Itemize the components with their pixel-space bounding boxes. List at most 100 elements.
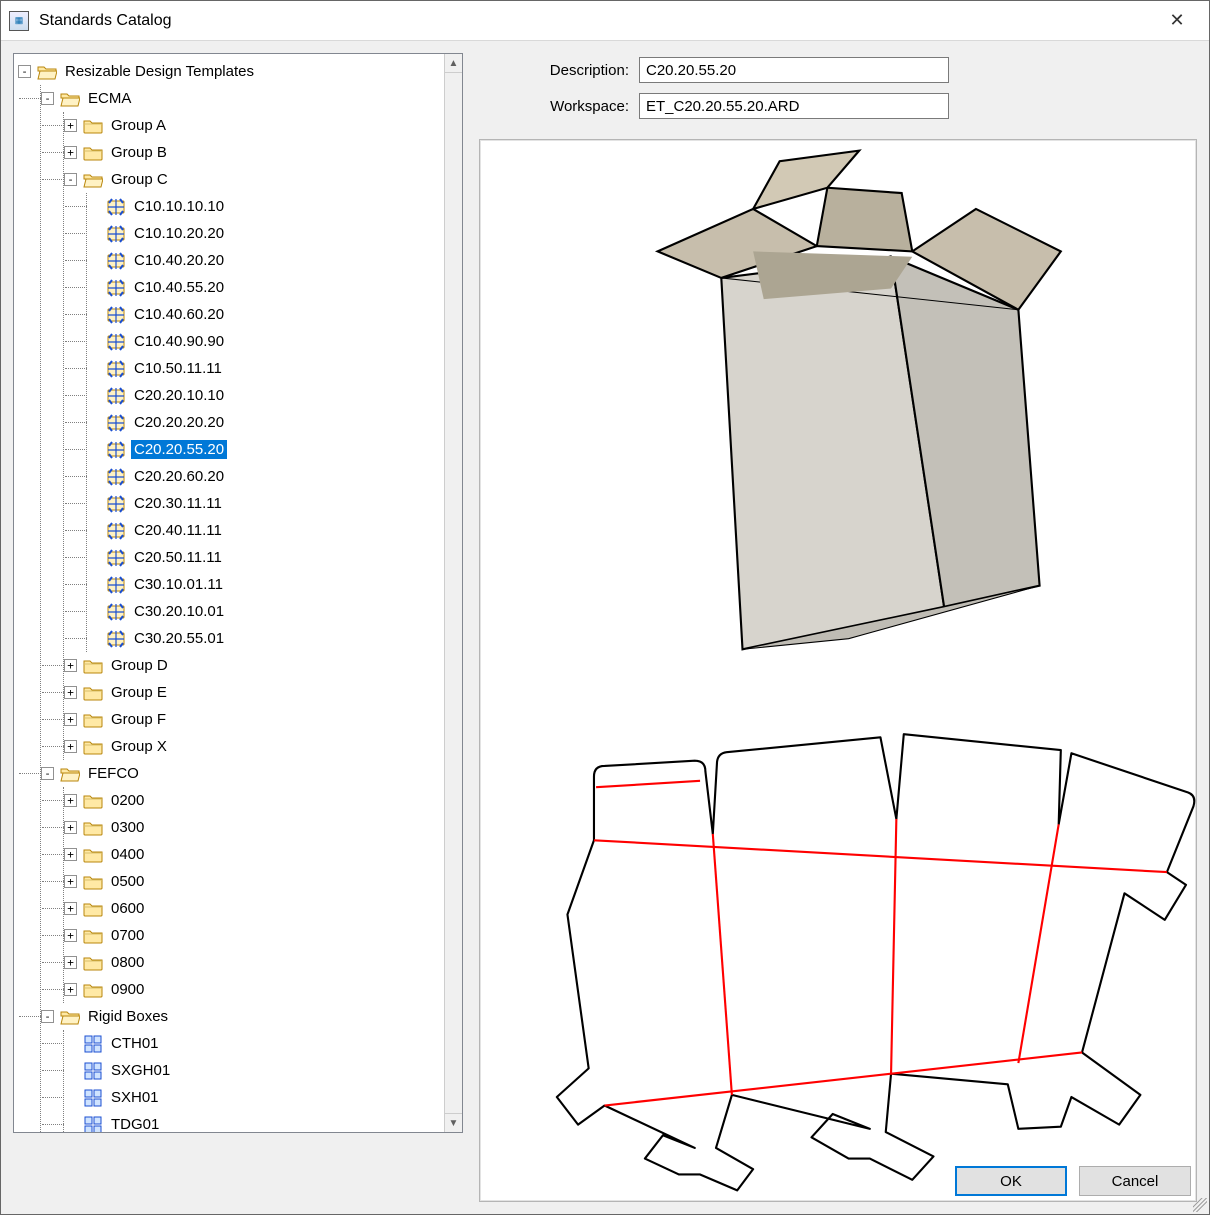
- tree-template-item[interactable]: C20.50.11.11: [87, 544, 444, 571]
- description-label: Description:: [479, 62, 629, 79]
- tree-item-label: C10.40.55.20: [131, 278, 227, 297]
- expand-icon[interactable]: +: [64, 794, 77, 807]
- tree-item-label: Group C: [108, 170, 171, 189]
- template-icon: [106, 226, 126, 242]
- tree-item-label: C20.30.11.11: [131, 494, 225, 513]
- tree-item-label: C10.10.20.20: [131, 224, 227, 243]
- tree-fefco-0700[interactable]: +0700: [64, 922, 444, 949]
- tree-template-item[interactable]: C10.40.90.90: [87, 328, 444, 355]
- client-area: -Resizable Design Templates-ECMA+Group A…: [1, 41, 1209, 1214]
- expand-icon[interactable]: +: [64, 929, 77, 942]
- tree-group-a[interactable]: +Group A: [64, 112, 444, 139]
- expand-icon[interactable]: +: [64, 848, 77, 861]
- expand-icon[interactable]: +: [64, 686, 77, 699]
- tree-template-item[interactable]: C30.20.10.01: [87, 598, 444, 625]
- rigid-icon: [83, 1063, 103, 1079]
- tree-item-label: 0700: [108, 926, 147, 945]
- tree-group-b[interactable]: +Group B: [64, 139, 444, 166]
- tree-item-label: 0200: [108, 791, 147, 810]
- tree-fefco[interactable]: -FEFCO: [41, 760, 444, 787]
- tree-template-item[interactable]: C20.20.60.20: [87, 463, 444, 490]
- workspace-input[interactable]: [639, 93, 949, 119]
- ok-button[interactable]: OK: [955, 1166, 1067, 1196]
- tree-template-item[interactable]: C20.20.20.20: [87, 409, 444, 436]
- collapse-icon[interactable]: -: [41, 92, 54, 105]
- collapse-icon[interactable]: -: [64, 173, 77, 186]
- tree-item-label: C10.40.20.20: [131, 251, 227, 270]
- tree-template-item[interactable]: C10.10.20.20: [87, 220, 444, 247]
- tree-rigid[interactable]: -Rigid Boxes: [41, 1003, 444, 1030]
- tree-scroll[interactable]: -Resizable Design Templates-ECMA+Group A…: [14, 54, 444, 1132]
- template-icon: [106, 307, 126, 323]
- tree-template-item[interactable]: C10.40.20.20: [87, 247, 444, 274]
- folder-open-icon: [37, 64, 57, 80]
- tree-item-label: 0900: [108, 980, 147, 999]
- tree-rigid-item[interactable]: TDG01: [64, 1111, 444, 1132]
- folder-icon: [83, 793, 103, 809]
- expand-icon[interactable]: +: [64, 713, 77, 726]
- expand-icon[interactable]: +: [64, 983, 77, 996]
- titlebar: ▦ Standards Catalog ✕: [1, 1, 1209, 41]
- expand-icon[interactable]: +: [64, 119, 77, 132]
- tree-item-label: C20.20.60.20: [131, 467, 227, 486]
- tree-group-x[interactable]: +Group X: [64, 733, 444, 760]
- vertical-scrollbar[interactable]: [444, 54, 462, 1132]
- tree-rigid-item[interactable]: SXGH01: [64, 1057, 444, 1084]
- expand-icon[interactable]: +: [64, 902, 77, 915]
- expand-icon[interactable]: +: [64, 956, 77, 969]
- tree-fefco-0400[interactable]: +0400: [64, 841, 444, 868]
- expand-icon[interactable]: +: [64, 740, 77, 753]
- template-icon: [106, 523, 126, 539]
- tree-template-item[interactable]: C10.40.55.20: [87, 274, 444, 301]
- collapse-icon[interactable]: -: [41, 1010, 54, 1023]
- tree-group-d[interactable]: +Group D: [64, 652, 444, 679]
- tree-group-f[interactable]: +Group F: [64, 706, 444, 733]
- tree-item-label: SXGH01: [108, 1061, 173, 1080]
- tree-root[interactable]: -Resizable Design Templates: [18, 58, 444, 85]
- folder-icon: [83, 820, 103, 836]
- tree-template-item[interactable]: C20.40.11.11: [87, 517, 444, 544]
- tree-item-label: C30.20.55.01: [131, 629, 227, 648]
- tree-fefco-0300[interactable]: +0300: [64, 814, 444, 841]
- folder-icon: [83, 739, 103, 755]
- tree-rigid-item[interactable]: CTH01: [64, 1030, 444, 1057]
- tree-template-item[interactable]: C30.10.01.11: [87, 571, 444, 598]
- tree-group-c[interactable]: - Group C: [64, 166, 444, 193]
- template-icon: [106, 280, 126, 296]
- collapse-icon[interactable]: -: [18, 65, 31, 78]
- template-icon: [106, 550, 126, 566]
- template-icon: [106, 469, 126, 485]
- tree-fefco-0900[interactable]: +0900: [64, 976, 444, 1003]
- tree-fefco-0200[interactable]: +0200: [64, 787, 444, 814]
- folder-icon: [83, 901, 103, 917]
- tree-template-item[interactable]: C10.40.60.20: [87, 301, 444, 328]
- tree-template-item[interactable]: C10.50.11.11: [87, 355, 444, 382]
- folder-open-icon: [60, 91, 80, 107]
- description-input[interactable]: [639, 57, 949, 83]
- tree-item-label: 0600: [108, 899, 147, 918]
- cancel-button[interactable]: Cancel: [1079, 1166, 1191, 1196]
- folder-icon: [83, 118, 103, 134]
- expand-icon[interactable]: +: [64, 659, 77, 672]
- tree-template-item[interactable]: C20.30.11.11: [87, 490, 444, 517]
- close-icon[interactable]: ✕: [1153, 3, 1201, 39]
- tree-item-label: Group E: [108, 683, 170, 702]
- tree-fefco-0600[interactable]: +0600: [64, 895, 444, 922]
- resize-grip[interactable]: [1193, 1198, 1207, 1212]
- tree-fefco-0800[interactable]: +0800: [64, 949, 444, 976]
- tree-rigid-item[interactable]: SXH01: [64, 1084, 444, 1111]
- tree-group-e[interactable]: + Group E: [64, 679, 444, 706]
- tree-panel: -Resizable Design Templates-ECMA+Group A…: [13, 53, 463, 1133]
- expand-icon[interactable]: +: [64, 821, 77, 834]
- tree-ecma[interactable]: -ECMA: [41, 85, 444, 112]
- collapse-icon[interactable]: -: [41, 767, 54, 780]
- tree-item-label: C10.50.11.11: [131, 359, 225, 378]
- tree-template-item[interactable]: C20.20.55.20: [87, 436, 444, 463]
- tree-template-item[interactable]: C30.20.55.01: [87, 625, 444, 652]
- expand-icon[interactable]: +: [64, 875, 77, 888]
- details-form: Description: Workspace:: [479, 53, 1197, 139]
- expand-icon[interactable]: +: [64, 146, 77, 159]
- tree-template-item[interactable]: C20.20.10.10: [87, 382, 444, 409]
- tree-fefco-0500[interactable]: +0500: [64, 868, 444, 895]
- tree-template-item[interactable]: C10.10.10.10: [87, 193, 444, 220]
